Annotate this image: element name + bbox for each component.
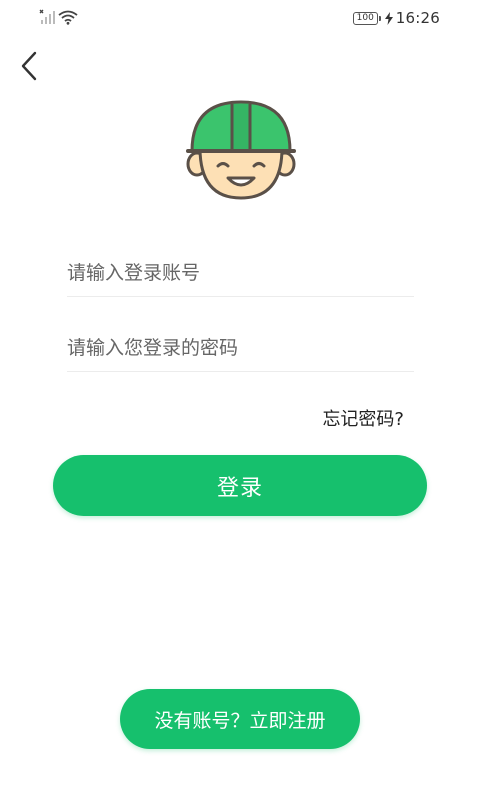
wifi-icon — [58, 10, 78, 25]
cellular-signal-icon — [39, 9, 55, 24]
account-field — [67, 250, 414, 297]
password-input[interactable] — [67, 325, 414, 371]
login-button[interactable]: 登录 — [53, 455, 427, 516]
battery-icon: 100 — [352, 11, 381, 25]
charging-icon — [384, 11, 393, 25]
password-field — [67, 325, 414, 372]
chevron-left-icon — [21, 51, 37, 81]
back-button[interactable] — [14, 48, 48, 84]
account-input[interactable] — [67, 250, 414, 296]
status-bar-right: 100 16:26 — [352, 8, 440, 28]
status-bar: 100 16:26 — [0, 0, 480, 36]
status-time: 16:26 — [395, 9, 440, 27]
worker-helmet-avatar-icon — [186, 100, 296, 200]
forgot-password-link[interactable]: 忘记密码? — [322, 405, 404, 431]
register-button[interactable]: 没有账号？立即注册 — [120, 689, 360, 749]
